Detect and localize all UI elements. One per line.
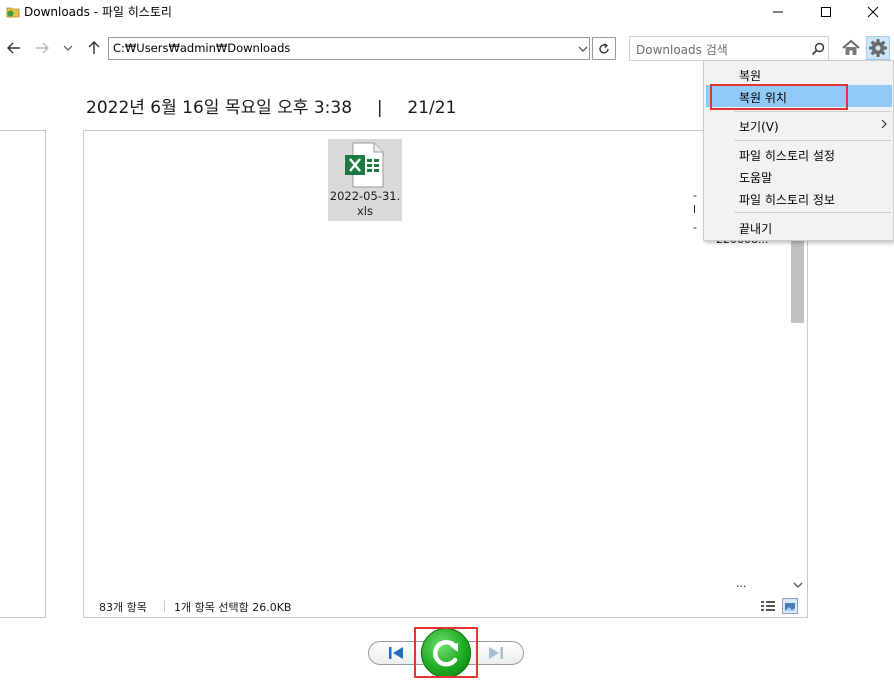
home-button[interactable] xyxy=(840,38,862,58)
up-button[interactable] xyxy=(84,38,104,58)
refresh-icon xyxy=(599,42,609,54)
restore-button[interactable] xyxy=(421,628,471,678)
search-icon[interactable] xyxy=(810,41,826,57)
menu-item-label: 복원 xyxy=(739,69,762,83)
status-bar: 83개 항목 1개 항목 선택함 26.0KB xyxy=(84,595,807,617)
next-version-icon xyxy=(489,647,503,659)
scroll-thumb[interactable] xyxy=(791,239,804,323)
menu-item-help[interactable]: 도움말 xyxy=(706,165,892,187)
minimize-button[interactable] xyxy=(755,0,801,24)
menu-item-exit[interactable]: 끝내기 xyxy=(706,216,892,238)
menu-separator xyxy=(734,111,891,112)
file-history-app-icon xyxy=(6,7,20,18)
menu-item-label: 도움말 xyxy=(739,171,773,185)
details-view-icon[interactable] xyxy=(760,598,776,614)
large-icons-view-icon xyxy=(785,603,795,611)
menu-item-restore[interactable]: 복원 xyxy=(706,63,892,85)
back-button[interactable] xyxy=(4,38,24,58)
menu-item-settings[interactable]: 파일 히스토리 설정 xyxy=(706,143,892,165)
window-title: Downloads - 파일 히스토리 xyxy=(24,5,172,19)
previous-version-button[interactable] xyxy=(384,643,408,663)
recent-locations-button[interactable] xyxy=(58,38,78,58)
snapshot-position: 21/21 xyxy=(407,98,457,118)
menu-item-label: 파일 히스토리 설정 xyxy=(739,149,835,163)
next-version-button[interactable] xyxy=(484,643,508,663)
address-dropdown-button[interactable] xyxy=(575,38,591,59)
large-icons-view-button[interactable] xyxy=(782,598,798,614)
snapshot-date-heading: 2022년 6월 16일 목요일 오후 3:38 | 21/21 xyxy=(86,93,456,118)
menu-item-about[interactable]: 파일 히스토리 정보 xyxy=(706,187,892,209)
forward-arrow-icon xyxy=(36,42,49,54)
chevron-down-icon xyxy=(793,582,803,588)
maximize-button[interactable] xyxy=(803,0,849,24)
scroll-down-button[interactable] xyxy=(792,579,804,591)
back-arrow-icon xyxy=(7,42,20,54)
menu-item-restore-to[interactable]: 복원 위치 xyxy=(706,85,892,107)
menu-item-label: 끝내기 xyxy=(739,222,773,236)
menu-item-label: 보기(V) xyxy=(739,120,779,134)
chevron-down-icon xyxy=(578,46,588,52)
minimize-icon xyxy=(773,11,783,13)
settings-context-menu: 복원 복원 위치 보기(V) 파일 히스토리 설정 도움말 파일 히스토리 정보… xyxy=(703,60,894,241)
address-path: C:₩Users₩admin₩Downloads xyxy=(113,41,291,55)
file-item[interactable]: 2022-05-31.xls xyxy=(328,139,402,221)
address-bar[interactable]: C:₩Users₩admin₩Downloads xyxy=(108,37,590,60)
previous-version-pane[interactable] xyxy=(0,130,46,618)
partial-file-label: - xyxy=(693,189,697,202)
maximize-icon xyxy=(821,7,831,17)
refresh-button[interactable] xyxy=(592,37,616,60)
restore-arrow-icon xyxy=(433,640,459,667)
vertical-scrollbar[interactable] xyxy=(790,239,806,595)
search-input[interactable]: Downloads 검색 xyxy=(629,36,829,61)
previous-version-icon xyxy=(389,647,403,659)
menu-item-label: 파일 히스토리 정보 xyxy=(739,193,835,207)
item-count: 83개 항목 xyxy=(99,601,147,614)
status-divider xyxy=(164,600,165,612)
menu-separator xyxy=(734,140,891,141)
search-placeholder: Downloads 검색 xyxy=(636,43,728,57)
settings-button[interactable] xyxy=(866,36,890,60)
menu-item-label: 복원 위치 xyxy=(739,91,787,105)
menu-separator xyxy=(734,212,891,213)
excel-file-icon xyxy=(345,142,384,188)
gear-icon xyxy=(869,39,887,57)
file-list-pane[interactable]: 2022-05-31.xls - l - 220608... ... 83개 항… xyxy=(83,130,808,618)
chevron-down-icon xyxy=(63,45,73,51)
partial-file-label: l xyxy=(693,203,697,216)
close-button[interactable] xyxy=(850,0,894,24)
partial-file-label: ... xyxy=(736,577,747,590)
selection-info: 1개 항목 선택함 26.0KB xyxy=(174,601,292,614)
partial-file-label: - xyxy=(693,221,697,234)
chevron-right-icon xyxy=(881,119,887,129)
heading-separator: | xyxy=(376,98,383,118)
home-icon xyxy=(842,39,860,55)
title-bar: Downloads - 파일 히스토리 xyxy=(0,0,894,24)
close-icon xyxy=(867,6,879,18)
snapshot-date: 2022년 6월 16일 목요일 오후 3:38 xyxy=(86,98,353,118)
forward-button[interactable] xyxy=(32,38,52,58)
file-name: 2022-05-31.xls xyxy=(329,189,401,218)
up-arrow-icon xyxy=(88,41,100,54)
menu-item-view[interactable]: 보기(V) xyxy=(706,114,892,136)
